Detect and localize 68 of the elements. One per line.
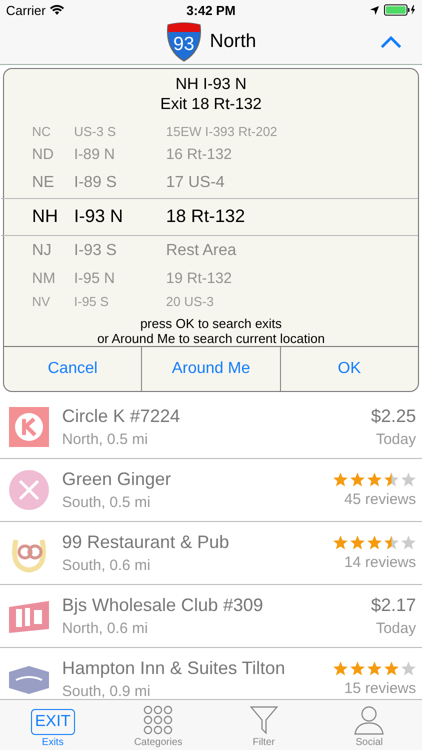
fork-knife-icon <box>8 469 50 511</box>
tab-item[interactable]: Social <box>316 700 422 750</box>
price-date: Today <box>376 620 416 637</box>
place-distance: South, 0.9 mi <box>62 683 152 699</box>
tab-item[interactable]: Categories <box>106 700 211 750</box>
place-row[interactable]: Green Ginger South, 0.5 mi 45 reviews <box>0 459 422 522</box>
star-icon <box>350 472 365 487</box>
star-icon <box>333 472 348 487</box>
direction-title: North <box>210 31 256 53</box>
selected-exit: Exit 18 Rt-132 <box>160 95 262 115</box>
carrier-name: Carrier <box>6 2 46 18</box>
clock-time: 3:42 PM <box>186 2 236 18</box>
picker-row[interactable]: NH I-93 N 18 Rt-132 <box>1 198 418 236</box>
star-icon <box>401 661 416 676</box>
star-icon <box>367 535 382 550</box>
star-icon <box>384 661 399 676</box>
picker-row[interactable]: NC US-3 S 15EW I-393 Rt-202 <box>4 122 418 142</box>
place-name: Bjs Wholesale Club #309 <box>62 595 264 616</box>
interstate-shield: 93 <box>166 22 202 62</box>
star-icon <box>401 472 416 487</box>
fuel-price: $2.17 <box>370 595 416 616</box>
star-icon <box>333 535 348 550</box>
dialog-button[interactable]: OK <box>280 347 418 391</box>
battery-icon <box>384 4 416 16</box>
star-icon <box>367 661 382 676</box>
tab-item[interactable]: Filter <box>211 700 316 750</box>
star-icon <box>333 661 348 676</box>
chevron-up-icon[interactable] <box>380 36 402 48</box>
selected-route: NH I-93 N <box>175 75 247 95</box>
review-count: 15 reviews <box>344 680 416 697</box>
star-icon <box>367 472 382 487</box>
review-count: 14 reviews <box>344 554 416 571</box>
picker-row[interactable]: NV I-95 S 20 US-3 <box>4 292 418 312</box>
place-name: Green Ginger <box>62 469 172 490</box>
place-name: 99 Restaurant & Pub <box>62 532 230 553</box>
star-icon <box>350 661 365 676</box>
hint-text: press OK to search exits <box>140 316 282 331</box>
hint-text: or Around Me to search current location <box>97 331 325 346</box>
price-date: Today <box>376 431 416 448</box>
review-count: 45 reviews <box>344 491 416 508</box>
location-arrow-icon <box>370 6 379 14</box>
picker-row[interactable]: NJ I-93 S Rest Area <box>4 236 418 266</box>
place-row[interactable]: Bjs Wholesale Club #309 North, 0.6 mi $2.17 Today <box>0 585 422 648</box>
tab-item[interactable]: EXIT Exits <box>0 700 106 750</box>
star-icon <box>384 535 399 550</box>
fuel-price: $2.25 <box>370 406 416 427</box>
filter-icon <box>248 705 280 735</box>
store-logo-icon <box>8 406 50 448</box>
dialog-button[interactable]: Around Me <box>141 347 280 391</box>
place-distance: North, 0.5 mi <box>62 431 149 448</box>
star-icon <box>401 535 416 550</box>
star-icon <box>384 472 399 487</box>
grid-icon <box>142 705 174 735</box>
exit-sign-icon: EXIT <box>30 709 75 735</box>
picker-row[interactable]: NM I-95 N 19 Rt-132 <box>4 266 418 292</box>
star-icon <box>350 535 365 550</box>
place-distance: North, 0.6 mi <box>62 620 149 637</box>
place-name: Hampton Inn & Suites Tilton <box>62 658 286 679</box>
dialog-button[interactable]: Cancel <box>4 347 142 391</box>
place-row[interactable]: 99 Restaurant & Pub South, 0.6 mi 14 reviews <box>0 522 422 585</box>
wifi-icon <box>50 4 64 16</box>
place-name: Circle K #7224 <box>62 406 182 427</box>
person-icon <box>353 705 386 735</box>
picker-row[interactable]: ND I-89 N 16 Rt-132 <box>4 142 418 168</box>
picker-row[interactable]: NE I-89 S 17 US-4 <box>4 168 418 198</box>
place-row[interactable]: Circle K #7224 North, 0.5 mi $2.25 Today <box>0 396 422 459</box>
place-distance: South, 0.5 mi <box>62 494 152 511</box>
place-distance: South, 0.6 mi <box>62 557 152 574</box>
